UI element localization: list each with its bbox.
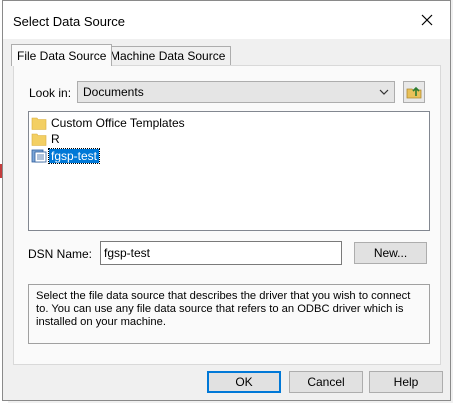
- tab-file-data-source-label: File Data Source: [17, 48, 107, 63]
- description-text: Select the file data source that describ…: [36, 290, 411, 328]
- description-box: Select the file data source that describ…: [28, 284, 430, 344]
- select-data-source-dialog: Select Data Source File Data Source Mach…: [2, 0, 451, 401]
- folder-up-icon: [406, 86, 422, 99]
- file-list[interactable]: Custom Office Templates R fgsp-test: [28, 111, 430, 231]
- list-item-label: R: [51, 132, 60, 146]
- look-in-combobox[interactable]: Documents: [77, 81, 395, 103]
- folder-icon: [31, 133, 47, 146]
- tab-machine-data-source-label: Machine Data Source: [110, 49, 226, 63]
- tab-machine-data-source[interactable]: Machine Data Source: [104, 46, 232, 66]
- help-button-label: Help: [393, 375, 419, 389]
- help-button[interactable]: Help: [369, 371, 443, 393]
- new-button[interactable]: New...: [354, 242, 427, 264]
- cancel-button[interactable]: Cancel: [289, 371, 363, 393]
- list-item[interactable]: Custom Office Templates: [31, 115, 187, 131]
- dsn-name-field[interactable]: fgsp-test: [100, 241, 342, 265]
- up-one-level-button[interactable]: [403, 81, 425, 103]
- list-item[interactable]: fgsp-test: [31, 148, 101, 164]
- close-button[interactable]: [404, 1, 450, 39]
- chevron-down-icon: [379, 89, 389, 95]
- list-item-label: fgsp-test: [47, 148, 101, 164]
- cancel-button-label: Cancel: [307, 375, 345, 389]
- ok-button-label: OK: [235, 375, 253, 389]
- list-item[interactable]: R: [31, 131, 62, 147]
- dsn-name-value: fgsp-test: [104, 246, 151, 260]
- ok-button[interactable]: OK: [207, 371, 281, 393]
- list-item-label: Custom Office Templates: [51, 116, 185, 130]
- look-in-value: Documents: [83, 85, 144, 99]
- close-icon: [421, 14, 433, 26]
- dsn-file-icon: [31, 149, 47, 163]
- tab-file-data-source[interactable]: File Data Source: [11, 44, 113, 66]
- dsn-name-label: DSN Name:: [28, 247, 93, 261]
- folder-icon: [31, 117, 47, 130]
- dialog-title: Select Data Source: [13, 14, 126, 29]
- look-in-label: Look in:: [29, 86, 72, 100]
- title-bar: Select Data Source: [3, 1, 450, 39]
- new-button-label: New...: [373, 246, 408, 260]
